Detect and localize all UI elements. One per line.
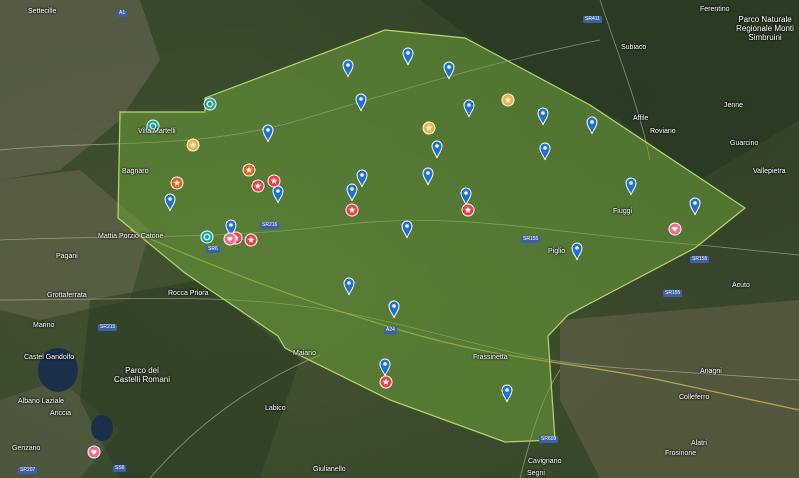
star-marker-icon[interactable]: [170, 176, 184, 190]
place-label: Ferentino: [700, 6, 730, 13]
place-label: Alatri: [691, 440, 707, 447]
road-shield: SR216: [260, 222, 280, 229]
road-shield: SR155: [690, 256, 710, 263]
map-viewport[interactable]: Settecille Villa Martelli Bagnaro Mattia Po…: [0, 0, 799, 478]
place-label: Albano Laziale: [18, 398, 64, 405]
park-label: Parco Naturale Regionale Monti Simbruini: [736, 15, 794, 42]
place-label: Rocca Priora: [168, 290, 209, 297]
road-shield: A1: [117, 10, 128, 17]
circle-marker-icon[interactable]: [200, 230, 214, 244]
star-marker-icon[interactable]: [244, 233, 258, 247]
place-label: Anagni: [700, 368, 722, 375]
road-shield: SR6: [206, 246, 220, 253]
star-marker-icon[interactable]: [345, 203, 359, 217]
place-label: Jenne: [724, 102, 744, 109]
place-label: Cavignano: [528, 458, 562, 465]
heart-marker-icon[interactable]: [87, 445, 101, 459]
place-label: Segni: [527, 470, 545, 477]
road-shield: SR411: [583, 16, 602, 23]
place-label: Affile: [633, 115, 649, 122]
place-label: Colleferro: [679, 394, 710, 401]
place-label: Frosinone: [665, 450, 697, 457]
road-shield: SS6: [113, 465, 127, 472]
star-marker-icon[interactable]: [186, 138, 200, 152]
star-marker-icon[interactable]: [242, 163, 256, 177]
heart-marker-icon[interactable]: [223, 232, 237, 246]
place-label: Frassinetta: [473, 354, 508, 361]
road-shield: SR609: [539, 436, 559, 443]
lake-nemi: [91, 415, 113, 441]
road-shield: SR155: [521, 236, 541, 243]
place-label: Piglio: [548, 248, 566, 255]
place-label: Bagnaro: [122, 168, 149, 175]
place-label: Settecille: [28, 8, 57, 15]
place-label: Roviano: [650, 128, 676, 135]
place-label: Guarcino: [730, 140, 759, 147]
road-shield: SR215: [98, 324, 118, 331]
place-label: Maiano: [293, 350, 316, 357]
place-label: Fiuggi: [613, 208, 633, 215]
star-marker-icon[interactable]: [501, 93, 515, 107]
place-label: Vallepietra: [753, 168, 786, 175]
star-marker-icon[interactable]: [267, 174, 281, 188]
place-label: Acuto: [732, 282, 750, 289]
star-marker-icon[interactable]: [461, 203, 475, 217]
circle-marker-icon[interactable]: [203, 97, 217, 111]
place-label: Mattia Porzio Catone: [98, 233, 164, 240]
heart-marker-icon[interactable]: [668, 222, 682, 236]
place-label: Labico: [265, 405, 286, 412]
park-label: Parco dei Castelli Romani: [113, 366, 171, 384]
road-shield: SR207: [18, 467, 38, 474]
road-shield: SR155: [663, 290, 683, 297]
road-shield: A24: [384, 327, 397, 334]
place-label: Subiaco: [621, 44, 647, 51]
place-label: Castel Gandolfo: [24, 354, 75, 361]
place-label: Pagani: [56, 253, 78, 260]
place-label: Grottaferrata: [47, 292, 87, 299]
place-label: Ariccia: [50, 410, 72, 417]
star-marker-icon[interactable]: [251, 179, 265, 193]
star-marker-icon[interactable]: [379, 375, 393, 389]
place-label: Villa Martelli: [138, 128, 176, 135]
place-label: Giulianello: [313, 466, 346, 473]
place-label: Marino: [33, 322, 55, 329]
star-marker-icon[interactable]: [422, 121, 436, 135]
place-label: Genzano: [12, 445, 41, 452]
